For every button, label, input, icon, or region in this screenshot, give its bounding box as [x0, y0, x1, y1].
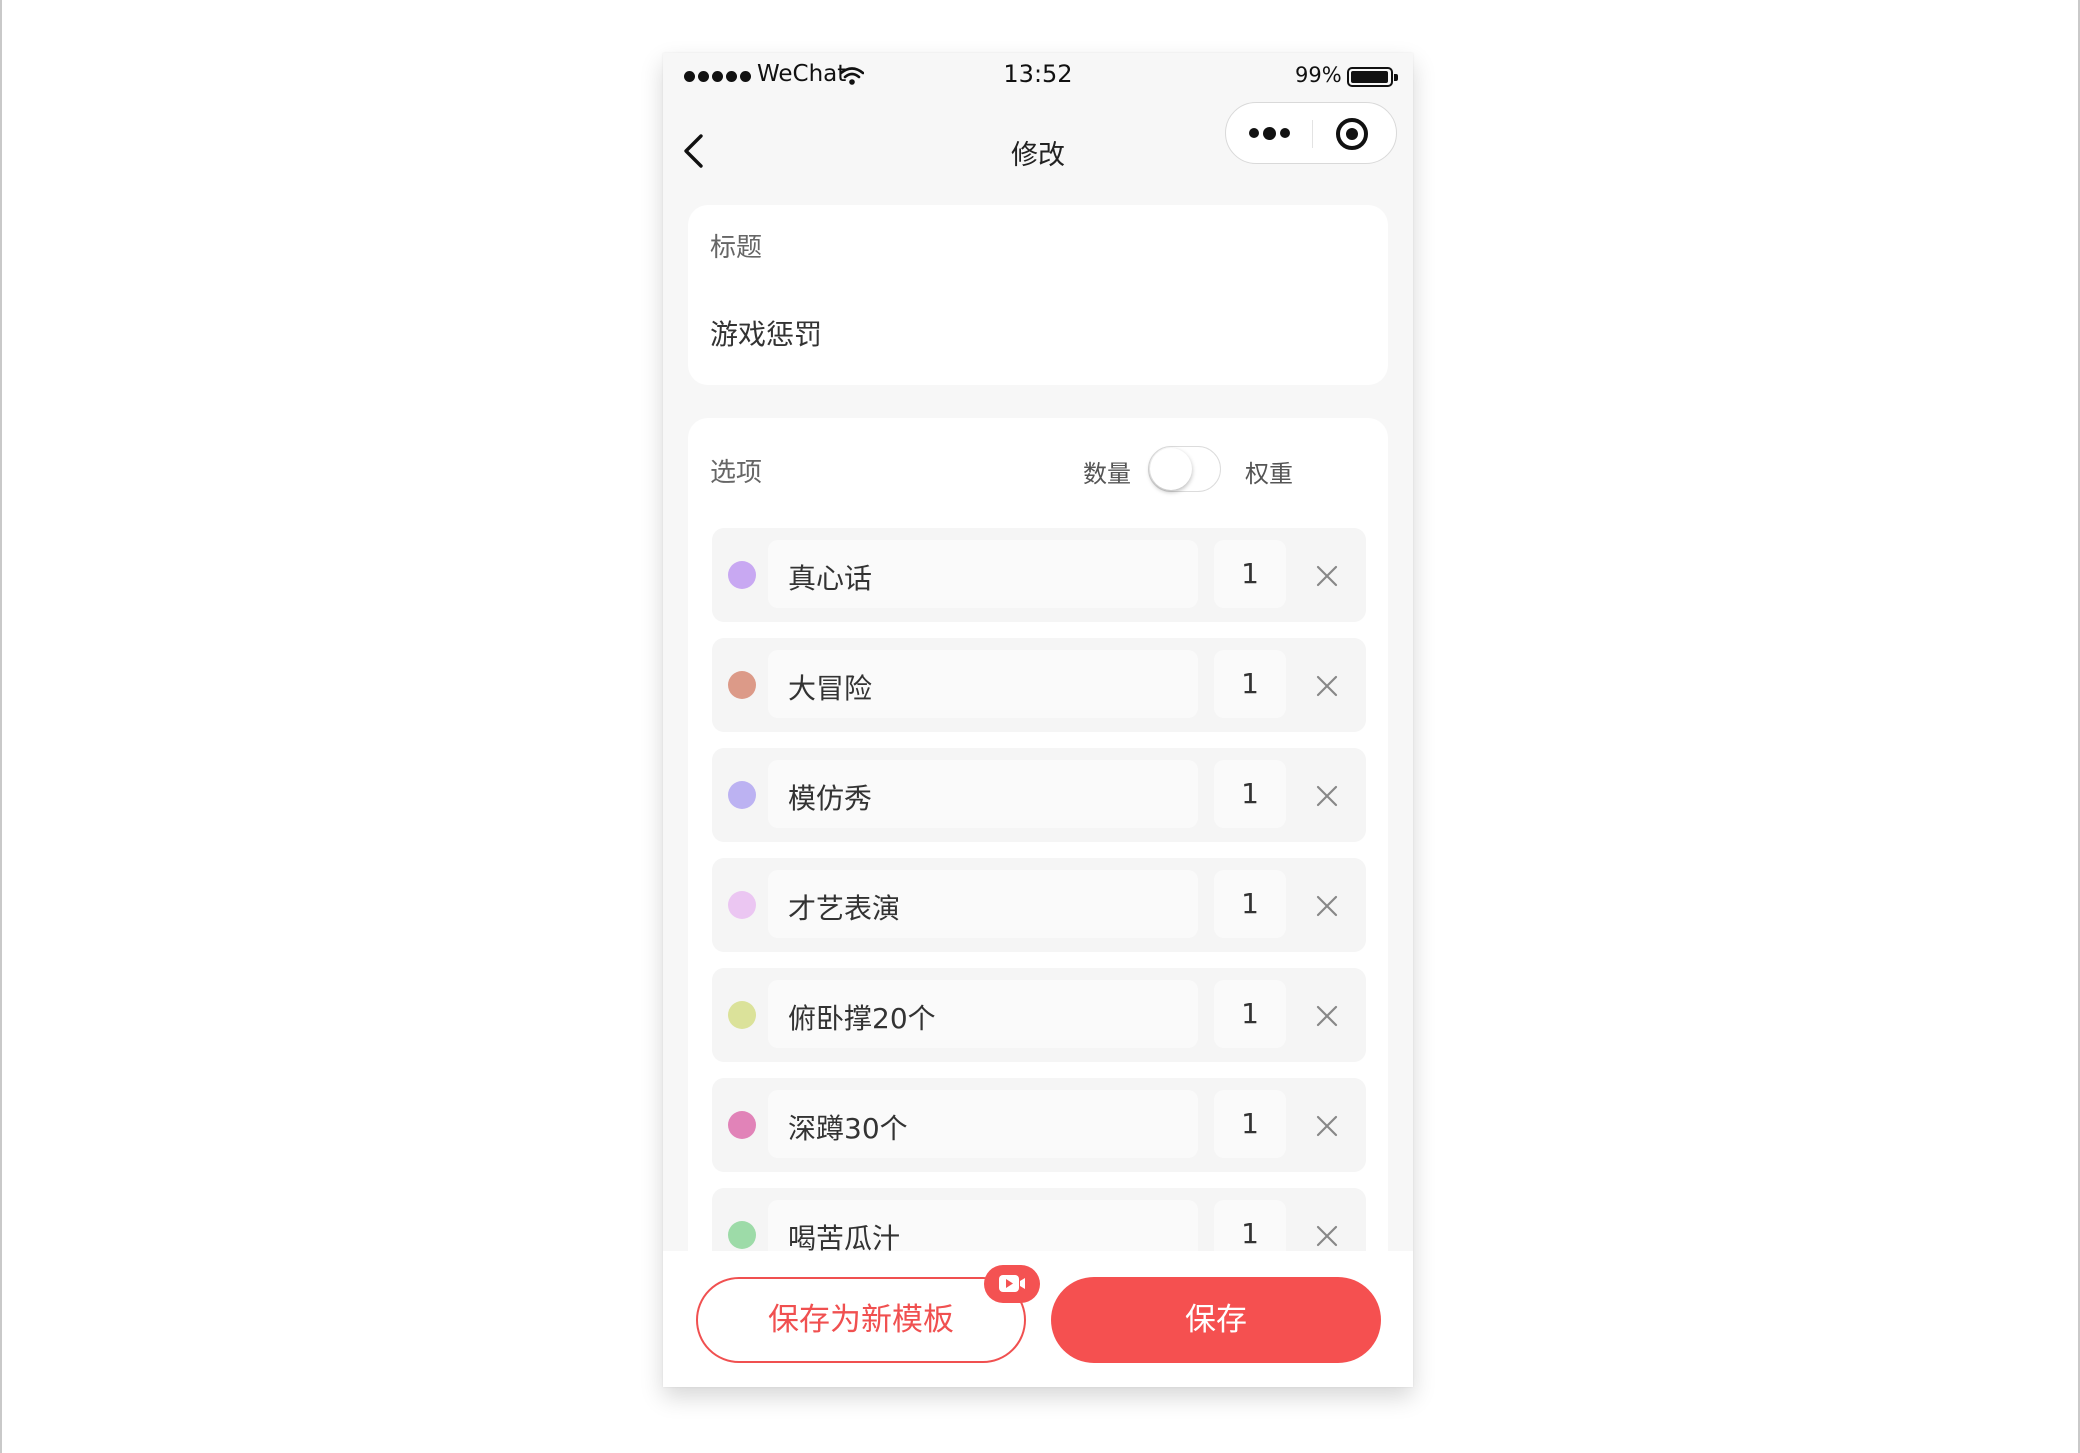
battery-percent: 99% [1295, 63, 1342, 87]
title-label: 标题 [710, 233, 763, 263]
save-as-template-button[interactable]: 保存为新模板 [696, 1277, 1026, 1363]
phone-frame: WeChat 13:52 99% 修改 标题 游戏惩罚 选项 数量 权重 真心话… [663, 53, 1413, 1387]
option-row: 真心话 1 [712, 528, 1366, 622]
color-dot[interactable] [728, 1111, 756, 1139]
option-name-input[interactable]: 真心话 [768, 540, 1198, 608]
color-dot[interactable] [728, 781, 756, 809]
toggle-label-quantity: 数量 [1083, 460, 1131, 488]
option-name-text: 深蹲30个 [788, 1112, 908, 1145]
option-name-text: 俯卧撑20个 [788, 1002, 936, 1035]
option-name-input[interactable]: 深蹲30个 [768, 1090, 1198, 1158]
close-icon[interactable] [1316, 895, 1338, 917]
color-dot[interactable] [728, 561, 756, 589]
options-label: 选项 [710, 458, 763, 488]
more-dots-icon[interactable] [1226, 103, 1312, 163]
option-name-input[interactable]: 大冒险 [768, 650, 1198, 718]
option-weight-input[interactable]: 1 [1214, 650, 1286, 718]
options-card: 选项 数量 权重 真心话 1 大冒险 1 模仿秀 1 才艺表演 1 俯卧撑20个 1 深蹲30个 1 喝… [688, 418, 1388, 1387]
mode-toggle[interactable] [1148, 446, 1221, 492]
footer-bar: 保存为新模板 保存 [663, 1251, 1413, 1387]
option-row: 深蹲30个 1 [712, 1078, 1366, 1172]
option-name-input[interactable]: 才艺表演 [768, 870, 1198, 938]
option-name-text: 模仿秀 [788, 782, 873, 815]
option-row: 俯卧撑20个 1 [712, 968, 1366, 1062]
color-dot[interactable] [728, 1221, 756, 1249]
capsule-divider [1312, 120, 1313, 148]
battery-icon [1347, 67, 1398, 87]
title-input[interactable]: 游戏惩罚 [710, 313, 822, 353]
close-icon[interactable] [1316, 675, 1338, 697]
color-dot[interactable] [728, 671, 756, 699]
title-card: 标题 游戏惩罚 [688, 205, 1388, 385]
close-icon[interactable] [1316, 565, 1338, 587]
close-icon[interactable] [1316, 1005, 1338, 1027]
close-icon[interactable] [1316, 1225, 1338, 1247]
option-weight-input[interactable]: 1 [1214, 1090, 1286, 1158]
color-dot[interactable] [728, 891, 756, 919]
window-edge-left [0, 0, 2, 1453]
option-name-text: 才艺表演 [788, 892, 901, 925]
toggle-label-weight: 权重 [1245, 460, 1293, 488]
option-row: 才艺表演 1 [712, 858, 1366, 952]
toggle-knob [1150, 448, 1192, 490]
option-row: 大冒险 1 [712, 638, 1366, 732]
option-name-input[interactable]: 模仿秀 [768, 760, 1198, 828]
video-icon [999, 1275, 1025, 1292]
color-dot[interactable] [728, 1001, 756, 1029]
option-row: 模仿秀 1 [712, 748, 1366, 842]
save-button[interactable]: 保存 [1051, 1277, 1381, 1363]
option-weight-input[interactable]: 1 [1214, 540, 1286, 608]
option-name-text: 大冒险 [788, 672, 873, 705]
option-weight-input[interactable]: 1 [1214, 870, 1286, 938]
video-ad-badge [984, 1265, 1040, 1303]
option-list: 真心话 1 大冒险 1 模仿秀 1 才艺表演 1 俯卧撑20个 1 深蹲30个 1 喝苦瓜汁 1 [712, 528, 1366, 1298]
option-name-input[interactable]: 俯卧撑20个 [768, 980, 1198, 1048]
status-bar: WeChat 13:52 99% [663, 53, 1413, 103]
mini-program-capsule [1225, 102, 1397, 164]
option-name-text: 真心话 [788, 562, 873, 595]
close-icon[interactable] [1316, 785, 1338, 807]
close-icon[interactable] [1316, 1115, 1338, 1137]
option-weight-input[interactable]: 1 [1214, 760, 1286, 828]
option-weight-input[interactable]: 1 [1214, 980, 1286, 1048]
target-icon[interactable] [1336, 118, 1368, 150]
